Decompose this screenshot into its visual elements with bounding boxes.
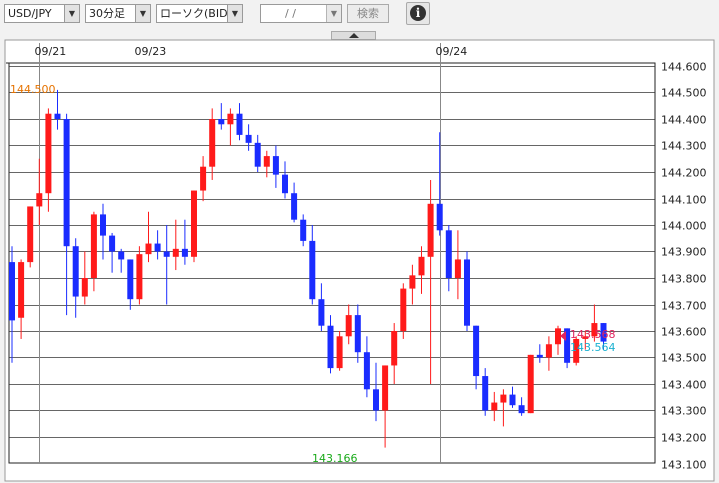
y-tick-label: 143.800 [661, 273, 707, 286]
y-tick-label: 143.900 [661, 246, 707, 259]
candle-body [118, 251, 125, 260]
candle-body [209, 119, 216, 167]
candle-body [81, 278, 88, 297]
candle-body [9, 262, 15, 321]
date-label: 09/24 [436, 45, 468, 58]
current-ask-label: 143.568 [570, 328, 616, 341]
candle-body [100, 214, 106, 236]
max-price-label: 144.500 [10, 83, 56, 96]
candle-body [218, 119, 225, 125]
candle-body [163, 251, 170, 257]
candle-body [373, 389, 379, 411]
candle-body [391, 331, 398, 366]
candle-body [536, 354, 543, 358]
candle-body [363, 352, 370, 390]
candle-body [491, 402, 498, 411]
date-label: 09/21 [35, 45, 67, 58]
y-tick-label: 144.300 [661, 140, 707, 153]
candle-body [254, 142, 261, 167]
min-price-label: 143.166 [312, 452, 358, 465]
candle-body [445, 230, 452, 278]
candle-body [527, 354, 534, 414]
candle-body [282, 174, 288, 194]
candle-body [291, 193, 298, 220]
y-tick-label: 144.100 [661, 194, 707, 207]
candle-body [154, 243, 161, 252]
candle-body [90, 214, 97, 278]
y-tick-label: 143.500 [661, 352, 707, 365]
candle-body [309, 240, 316, 300]
candle-body [436, 203, 443, 231]
candle-body [336, 336, 343, 369]
y-tick-label: 144.000 [661, 220, 707, 233]
candle-body [300, 219, 307, 241]
candle-body [245, 134, 252, 143]
candle-body [172, 248, 179, 257]
candle-body [545, 344, 552, 358]
candle-body [500, 394, 507, 403]
chart-frame [4, 39, 715, 482]
y-tick-label: 144.200 [661, 167, 707, 180]
candle-body [418, 256, 425, 276]
candle-body [318, 299, 325, 326]
candle-body [272, 156, 279, 175]
candlestick-chart[interactable]: 144.600 144.500 144.400 144.300 144.200 144.1… [0, 0, 719, 483]
date-label: 09/23 [135, 45, 167, 58]
candle-body [509, 394, 516, 406]
y-tick-label: 143.400 [661, 379, 707, 392]
candle-body [181, 248, 188, 257]
candle-body [63, 119, 70, 247]
y-tick-label: 143.600 [661, 326, 707, 339]
candle-body [518, 405, 525, 414]
y-tick-label: 144.400 [661, 114, 707, 127]
candle-body [409, 275, 416, 289]
candle-body [145, 243, 152, 255]
candle-body [36, 193, 43, 207]
candle-body [354, 315, 361, 353]
candle-body [72, 246, 79, 297]
candle-body [45, 113, 52, 194]
candle-body [109, 235, 116, 252]
candle-body [200, 166, 207, 191]
y-tick-label: 143.300 [661, 405, 707, 418]
candle-body [555, 328, 561, 345]
y-tick-label: 143.200 [661, 432, 707, 445]
y-tick-label: 144.500 [661, 87, 707, 100]
current-bid-label: 143.564 [570, 341, 616, 354]
y-tick-label: 143.700 [661, 300, 707, 313]
y-tick-label: 144.600 [661, 61, 707, 74]
candle-body [454, 259, 461, 278]
candle-body [345, 315, 352, 337]
candle-body [327, 325, 334, 369]
candle-body [127, 259, 134, 300]
candle-body [18, 262, 25, 318]
candle-body [27, 206, 34, 263]
candle-body [400, 288, 407, 331]
candle-body [54, 113, 61, 119]
y-tick-label: 143.100 [661, 459, 707, 472]
candle-body [464, 259, 470, 326]
candle-body [263, 156, 270, 167]
candle-body [136, 254, 143, 300]
candle-body [236, 113, 243, 135]
candle-body [227, 113, 234, 125]
candle-body [427, 203, 434, 257]
candle-body [191, 190, 197, 257]
candle-body [482, 376, 489, 411]
candle-body [473, 325, 480, 377]
candle-body [382, 365, 389, 411]
